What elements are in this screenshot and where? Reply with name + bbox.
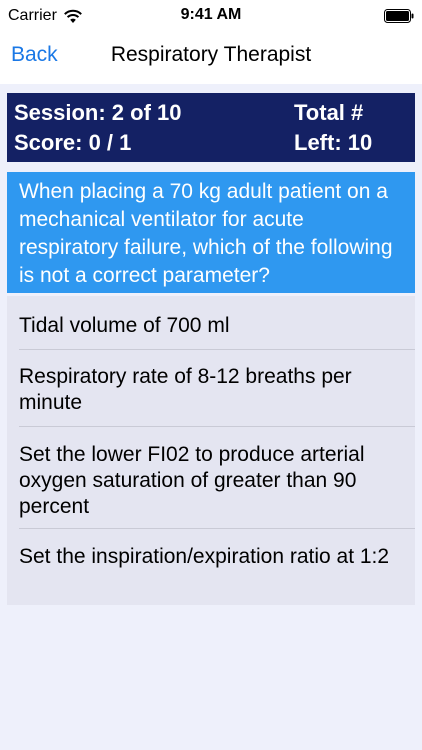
- answer-option-2[interactable]: Respiratory rate of 8-12 breaths per min…: [7, 364, 415, 416]
- answer-option-4[interactable]: Set the inspiration/expiration ratio at …: [7, 544, 415, 570]
- answer-list: Tidal volume of 700 ml Respiratory rate …: [7, 296, 415, 605]
- nav-bar: Back Respiratory Therapist: [0, 32, 422, 84]
- divider: [19, 528, 415, 529]
- score-counter: Score: 0 / 1: [14, 130, 132, 155]
- divider: [19, 426, 415, 427]
- status-bar: Carrier 9:41 AM: [0, 0, 422, 32]
- question-text: When placing a 70 kg adult patient on a …: [7, 172, 415, 293]
- battery-icon: [384, 9, 414, 23]
- questions-left-counter: Left: 10: [294, 130, 373, 155]
- total-label: Total #: [294, 100, 364, 125]
- answer-option-3[interactable]: Set the lower FI02 to produce arterial o…: [7, 442, 415, 520]
- answer-option-1[interactable]: Tidal volume of 700 ml: [7, 313, 415, 339]
- status-time: 9:41 AM: [180, 6, 242, 23]
- score-panel: Session: 2 of 10 Score: 0 / 1 Total # Le…: [7, 93, 415, 162]
- divider: [19, 349, 415, 350]
- page-title: Respiratory Therapist: [110, 43, 312, 66]
- session-counter: Session: 2 of 10: [14, 100, 182, 125]
